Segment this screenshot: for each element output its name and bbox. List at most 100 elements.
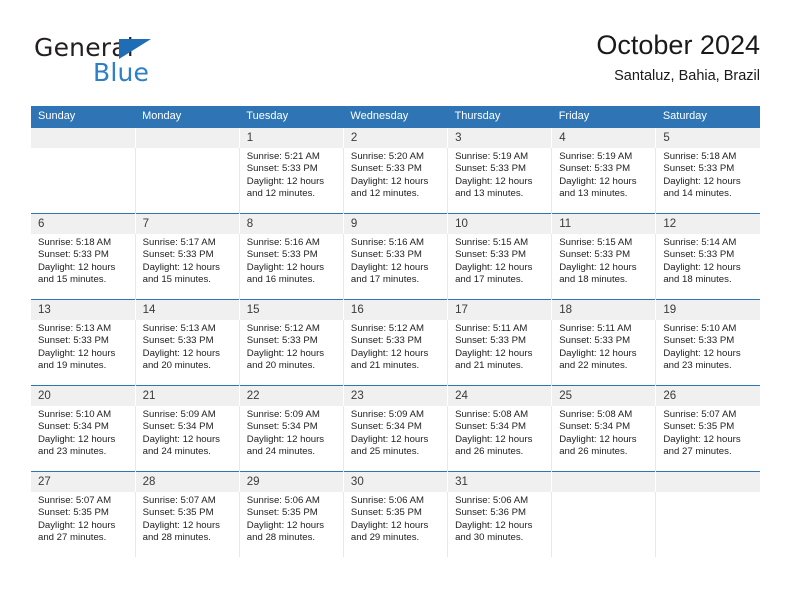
day-details-12[interactable]: Sunrise: 5:14 AM Sunset: 5:33 PM Daylight:…	[655, 234, 760, 300]
day-number-13[interactable]: 13	[31, 299, 136, 320]
day-number-24[interactable]: 24	[447, 385, 553, 406]
day-details-15[interactable]: Sunrise: 5:12 AM Sunset: 5:33 PM Daylight:…	[239, 320, 344, 386]
daylight-text: Daylight: 12 hours	[38, 519, 116, 531]
day-number-19[interactable]: 19	[655, 299, 760, 320]
daylight-text-cont: and 21 minutes.	[350, 360, 420, 372]
daylight-text: Daylight: 12 hours	[455, 347, 533, 359]
daylight-text-cont: and 19 minutes.	[38, 360, 107, 372]
day-details-9[interactable]: Sunrise: 5:16 AM Sunset: 5:33 PM Daylight:…	[343, 234, 449, 300]
daylight-text: Daylight: 12 hours	[663, 175, 741, 187]
day-number-10[interactable]: 10	[447, 213, 553, 234]
sunset-text: Sunset: 5:35 PM	[663, 421, 735, 433]
day-details-6[interactable]: Sunrise: 5:18 AM Sunset: 5:33 PM Daylight:…	[31, 234, 136, 300]
day-details-25[interactable]: Sunrise: 5:08 AM Sunset: 5:34 PM Daylight:…	[551, 406, 657, 472]
day-details-22[interactable]: Sunrise: 5:09 AM Sunset: 5:34 PM Daylight:…	[239, 406, 344, 472]
calendar-page: General Blue October 2024 Santaluz, Bahi…	[0, 0, 792, 612]
day-number-23[interactable]: 23	[343, 385, 449, 406]
day-number-28[interactable]: 28	[135, 471, 240, 492]
day-details-8[interactable]: Sunrise: 5:16 AM Sunset: 5:33 PM Daylight:…	[239, 234, 344, 300]
day-details-13[interactable]: Sunrise: 5:13 AM Sunset: 5:33 PM Daylight:…	[31, 320, 136, 386]
daylight-text-cont: and 26 minutes.	[559, 446, 628, 458]
day-number-5[interactable]: 5	[655, 128, 760, 148]
sunset-text: Sunset: 5:33 PM	[38, 335, 109, 347]
day-number-31[interactable]: 31	[447, 471, 553, 492]
daylight-text: Daylight: 12 hours	[455, 433, 533, 445]
daylight-text: Daylight: 12 hours	[559, 347, 637, 359]
week-detail-row: Sunrise: 5:07 AM Sunset: 5:35 PM Daylight:…	[31, 492, 760, 557]
day-details-18[interactable]: Sunrise: 5:11 AM Sunset: 5:33 PM Daylight:…	[551, 320, 657, 386]
day-number-21[interactable]: 21	[135, 385, 240, 406]
day-details-7[interactable]: Sunrise: 5:17 AM Sunset: 5:33 PM Daylight:…	[135, 234, 240, 300]
sunrise-text: Sunrise: 5:20 AM	[350, 151, 424, 162]
day-number-6[interactable]: 6	[31, 213, 136, 234]
day-number-14[interactable]: 14	[135, 299, 240, 320]
day-number-9[interactable]: 9	[343, 213, 449, 234]
day-details-empty	[655, 492, 760, 557]
sunrise-text: Sunrise: 5:06 AM	[455, 495, 529, 506]
daylight-text: Daylight: 12 hours	[246, 519, 325, 531]
sunrise-text: Sunrise: 5:13 AM	[142, 323, 216, 334]
day-number-22[interactable]: 22	[239, 385, 344, 406]
sunrise-text: Sunrise: 5:09 AM	[246, 409, 320, 420]
daylight-text-cont: and 15 minutes.	[142, 274, 211, 286]
day-number-27[interactable]: 27	[31, 471, 136, 492]
day-details-20[interactable]: Sunrise: 5:10 AM Sunset: 5:34 PM Daylight:…	[31, 406, 136, 472]
daylight-text: Daylight: 12 hours	[663, 433, 741, 445]
day-number-8[interactable]: 8	[239, 213, 344, 234]
daylight-text: Daylight: 12 hours	[142, 261, 220, 273]
daylight-text-cont: and 20 minutes.	[142, 360, 211, 372]
day-number-18[interactable]: 18	[551, 299, 657, 320]
day-number-7[interactable]: 7	[135, 213, 240, 234]
day-details-2[interactable]: Sunrise: 5:20 AM Sunset: 5:33 PM Daylight:…	[343, 148, 449, 214]
day-details-28[interactable]: Sunrise: 5:07 AM Sunset: 5:35 PM Daylight:…	[135, 492, 240, 557]
day-number-15[interactable]: 15	[239, 299, 344, 320]
day-number-12[interactable]: 12	[655, 213, 760, 234]
sunset-text: Sunset: 5:34 PM	[350, 421, 422, 433]
daylight-text-cont: and 16 minutes.	[246, 274, 316, 286]
day-details-19[interactable]: Sunrise: 5:10 AM Sunset: 5:33 PM Daylight:…	[655, 320, 760, 386]
week-daynumber-row: 27 28 29 30 31	[31, 471, 760, 492]
day-details-14[interactable]: Sunrise: 5:13 AM Sunset: 5:33 PM Daylight:…	[135, 320, 240, 386]
daylight-text: Daylight: 12 hours	[246, 433, 325, 445]
day-number-11[interactable]: 11	[551, 213, 657, 234]
day-details-31[interactable]: Sunrise: 5:06 AM Sunset: 5:36 PM Daylight:…	[447, 492, 553, 557]
day-number-4[interactable]: 4	[551, 128, 657, 148]
sunset-text: Sunset: 5:33 PM	[663, 335, 735, 347]
day-details-23[interactable]: Sunrise: 5:09 AM Sunset: 5:34 PM Daylight:…	[343, 406, 449, 472]
day-number-2[interactable]: 2	[343, 128, 449, 148]
daylight-text: Daylight: 12 hours	[455, 261, 533, 273]
week-detail-row: Sunrise: 5:18 AM Sunset: 5:33 PM Daylight:…	[31, 234, 760, 300]
sunset-text: Sunset: 5:33 PM	[559, 335, 631, 347]
day-details-11[interactable]: Sunrise: 5:15 AM Sunset: 5:33 PM Daylight:…	[551, 234, 657, 300]
sunset-text: Sunset: 5:33 PM	[350, 163, 422, 175]
day-number-16[interactable]: 16	[343, 299, 449, 320]
day-details-4[interactable]: Sunrise: 5:19 AM Sunset: 5:33 PM Daylight:…	[551, 148, 657, 214]
day-details-27[interactable]: Sunrise: 5:07 AM Sunset: 5:35 PM Daylight:…	[31, 492, 136, 557]
sunrise-text: Sunrise: 5:08 AM	[455, 409, 529, 420]
day-details-29[interactable]: Sunrise: 5:06 AM Sunset: 5:35 PM Daylight:…	[239, 492, 344, 557]
day-details-3[interactable]: Sunrise: 5:19 AM Sunset: 5:33 PM Daylight:…	[447, 148, 553, 214]
day-number-29[interactable]: 29	[239, 471, 344, 492]
day-number-20[interactable]: 20	[31, 385, 136, 406]
day-number-1[interactable]: 1	[239, 128, 344, 148]
day-details-1[interactable]: Sunrise: 5:21 AM Sunset: 5:33 PM Daylight:…	[239, 148, 344, 214]
daylight-text-cont: and 22 minutes.	[559, 360, 628, 372]
page-subtitle: Santaluz, Bahia, Brazil	[614, 68, 760, 84]
sunset-text: Sunset: 5:35 PM	[246, 507, 318, 519]
day-details-5[interactable]: Sunrise: 5:18 AM Sunset: 5:33 PM Daylight:…	[655, 148, 760, 214]
day-number-25[interactable]: 25	[551, 385, 657, 406]
day-details-17[interactable]: Sunrise: 5:11 AM Sunset: 5:33 PM Daylight:…	[447, 320, 553, 386]
day-details-24[interactable]: Sunrise: 5:08 AM Sunset: 5:34 PM Daylight:…	[447, 406, 553, 472]
day-details-10[interactable]: Sunrise: 5:15 AM Sunset: 5:33 PM Daylight:…	[447, 234, 553, 300]
sunrise-text: Sunrise: 5:12 AM	[350, 323, 424, 334]
sunrise-text: Sunrise: 5:07 AM	[38, 495, 112, 506]
day-number-17[interactable]: 17	[447, 299, 553, 320]
day-details-21[interactable]: Sunrise: 5:09 AM Sunset: 5:34 PM Daylight:…	[135, 406, 240, 472]
day-number-26[interactable]: 26	[655, 385, 760, 406]
day-details-26[interactable]: Sunrise: 5:07 AM Sunset: 5:35 PM Daylight:…	[655, 406, 760, 472]
day-number-3[interactable]: 3	[447, 128, 553, 148]
day-number-30[interactable]: 30	[343, 471, 449, 492]
sunset-text: Sunset: 5:33 PM	[246, 163, 318, 175]
day-details-16[interactable]: Sunrise: 5:12 AM Sunset: 5:33 PM Daylight:…	[343, 320, 449, 386]
day-details-30[interactable]: Sunrise: 5:06 AM Sunset: 5:35 PM Daylight:…	[343, 492, 449, 557]
